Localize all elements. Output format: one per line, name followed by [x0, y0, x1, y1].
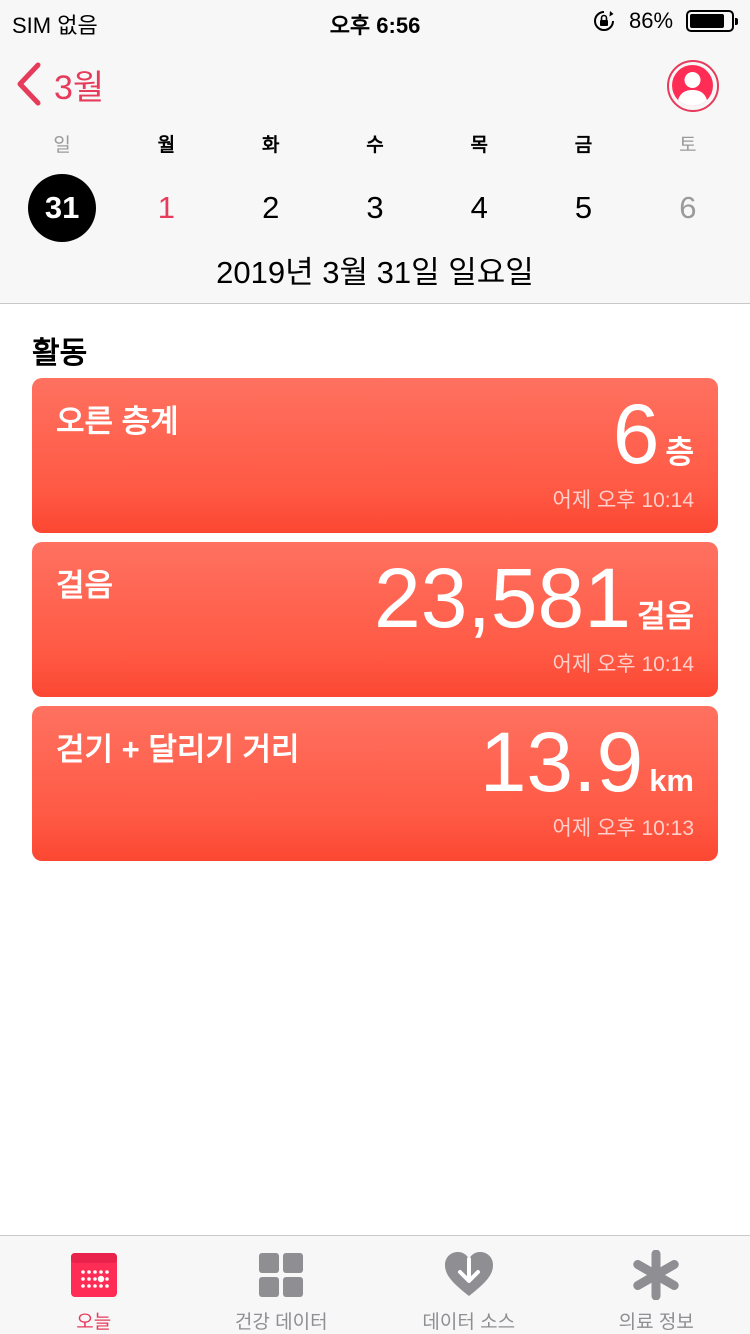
- status-bar: SIM 없음 오후 6:56 86%: [0, 0, 750, 40]
- date-label: 31: [28, 174, 97, 242]
- tab-medical-id[interactable]: 의료 정보: [563, 1236, 750, 1334]
- date-cell[interactable]: 6: [636, 175, 740, 241]
- profile-button[interactable]: [667, 60, 719, 112]
- card-time: 어제 오후 10:14: [552, 489, 695, 512]
- card-value-row: 6 층: [613, 386, 694, 482]
- date-cell[interactable]: 1: [114, 175, 218, 241]
- card-label: 걷기 + 달리기 거리: [56, 732, 300, 767]
- weekday-mon: 월: [157, 135, 176, 156]
- chevron-left-icon: [17, 62, 41, 106]
- header-area: SIM 없음 오후 6:56 86% 3월 일 월 화 수 목 금 토 31 1…: [0, 0, 750, 304]
- date-selected[interactable]: 31: [10, 174, 114, 242]
- today-calendar-icon: [70, 1253, 117, 1297]
- back-button[interactable]: 3월: [14, 58, 104, 110]
- tab-health-data[interactable]: 건강 데이터: [188, 1236, 376, 1334]
- activity-card-flights[interactable]: 오른 층계 6 층 어제 오후 10:14: [32, 378, 718, 533]
- date-cell[interactable]: 3: [323, 175, 427, 241]
- tab-bar: 오늘 건강 데이터 데이터 소스 의료 정보: [0, 1235, 750, 1334]
- card-unit: 걸음: [636, 599, 694, 634]
- card-label: 걸음: [56, 568, 114, 603]
- activity-card-distance[interactable]: 걷기 + 달리기 거리 13.9 km 어제 오후 10:13: [32, 706, 718, 861]
- card-value-row: 13.9 km: [480, 714, 694, 810]
- weekday-thu: 목: [470, 135, 488, 156]
- battery-percent: 86%: [629, 8, 674, 33]
- tab-sources[interactable]: 데이터 소스: [375, 1236, 563, 1334]
- card-value: 23,581: [374, 551, 631, 645]
- card-value: 13.9: [479, 715, 644, 809]
- card-value: 6: [612, 387, 660, 481]
- card-time: 어제 오후 10:13: [552, 817, 695, 840]
- tab-label: 데이터 소스: [422, 1312, 516, 1333]
- battery-fill: [690, 14, 725, 28]
- card-time: 어제 오후 10:14: [552, 653, 695, 676]
- weekday-sat: 토: [679, 135, 697, 156]
- tab-label: 오늘: [76, 1312, 112, 1333]
- date-cell[interactable]: 2: [219, 175, 323, 241]
- health-data-grid-icon: [259, 1253, 304, 1297]
- medical-id-asterisk-icon: [633, 1250, 679, 1300]
- weekday-wed: 수: [366, 135, 384, 156]
- weekday-tue: 화: [261, 135, 280, 156]
- card-value-row: 23,581 걸음: [374, 550, 694, 646]
- tab-label: 건강 데이터: [234, 1312, 328, 1333]
- date-cell[interactable]: 5: [531, 175, 635, 241]
- card-unit: km: [649, 763, 694, 798]
- battery-icon: [686, 10, 738, 32]
- rotation-lock-icon: [594, 11, 614, 31]
- card-label: 오른 층계: [56, 404, 179, 439]
- weekday-sun: 일: [53, 135, 71, 156]
- section-title: 활동: [32, 337, 88, 370]
- tab-label: 의료 정보: [618, 1312, 694, 1333]
- weekday-fri: 금: [574, 135, 593, 156]
- tab-today[interactable]: 오늘: [0, 1236, 188, 1334]
- sources-heart-download-icon: [444, 1252, 493, 1296]
- activity-card-steps[interactable]: 걸음 23,581 걸음 어제 오후 10:14: [32, 542, 718, 697]
- weekday-row: 일 월 화 수 목 금 토: [10, 130, 740, 160]
- date-cell[interactable]: 4: [427, 175, 531, 241]
- profile-icon: [672, 65, 713, 106]
- full-date-label: 2019년 3월 31일 일요일: [216, 255, 534, 290]
- date-row: 31 1 2 3 4 5 6: [10, 174, 740, 242]
- card-unit: 층: [665, 435, 694, 470]
- back-label: 3월: [54, 68, 105, 107]
